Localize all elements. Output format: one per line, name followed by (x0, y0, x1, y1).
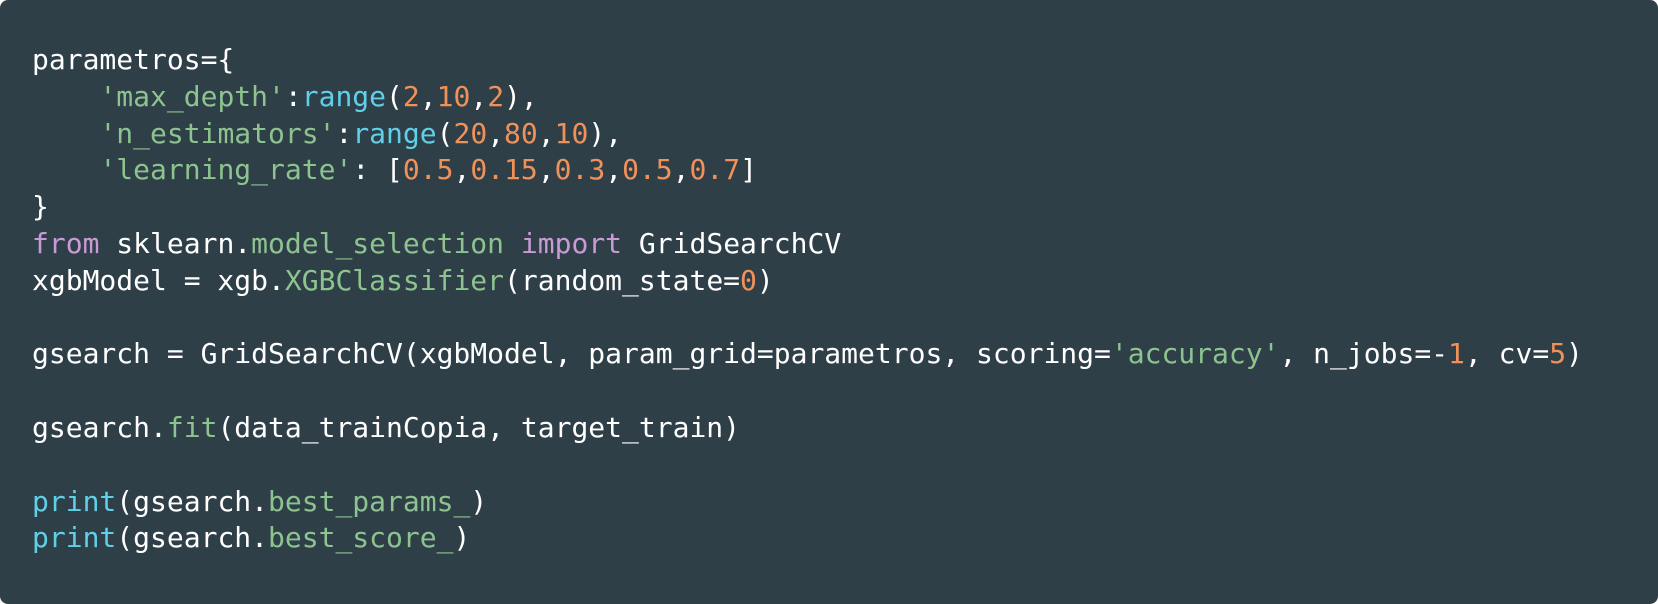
code-token-number: 10 (554, 116, 589, 150)
code-token-default: (random_state= (504, 263, 741, 297)
code-token-default: ) (756, 263, 774, 297)
code-token-default: (data_trainCopia, target_train) (217, 410, 741, 444)
code-token-number: 10 (436, 79, 471, 113)
code-token-default: sklearn. (99, 226, 252, 260)
code-token-default: ), (504, 79, 538, 113)
code-token-builtin: print (32, 484, 117, 518)
code-line: from sklearn.model_selection import Grid… (32, 226, 1626, 263)
code-token-string: 'accuracy' (1110, 337, 1280, 371)
code-token-default: GridSearchCV (622, 226, 842, 260)
code-token-number: 5 (1549, 337, 1567, 371)
code-token-default: , (419, 79, 437, 113)
code-token-default: , (453, 153, 471, 187)
code-token-string: 'n_estimators' (99, 116, 336, 150)
code-content[interactable]: parametros={ 'max_depth':range(2,10,2), … (32, 42, 1626, 557)
code-token-default: parametros={ (32, 43, 235, 76)
code-token-attr: best_params_ (268, 484, 471, 518)
code-token-default: , n_jobs=- (1279, 337, 1449, 371)
code-token-number: 0.5 (402, 153, 454, 187)
code-token-keyword: import (520, 226, 623, 260)
code-token-attr: model_selection (251, 226, 505, 260)
code-token-default: ( (436, 116, 454, 150)
code-token-default (32, 80, 99, 113)
code-token-number: 0.7 (689, 153, 741, 187)
code-token-default: ( (386, 79, 403, 113)
code-line: parametros={ (32, 42, 1626, 79)
code-token-default: ] (740, 153, 757, 187)
code-token-number: 2 (402, 79, 420, 113)
code-token-number: 20 (453, 116, 488, 150)
code-token-default: ) (470, 484, 488, 518)
code-token-default: , (537, 153, 555, 187)
code-token-number: 0 (740, 263, 757, 297)
code-token-default: ) (453, 521, 471, 555)
code-token-default: } (32, 190, 49, 224)
code-token-number: 1 (1448, 337, 1465, 371)
code-token-keyword: from (32, 226, 100, 260)
code-token-default (32, 117, 99, 150)
code-token-default: , cv= (1464, 337, 1550, 371)
code-token-default: : (284, 79, 302, 113)
code-token-builtin: range (352, 116, 437, 150)
code-line: gsearch = GridSearchCV(xgbModel, param_g… (32, 336, 1626, 373)
code-token-default: , (537, 116, 555, 150)
code-token-builtin: print (32, 521, 117, 555)
code-token-default: : (335, 116, 353, 150)
code-token-number: 2 (487, 79, 505, 113)
code-token-number: 0.3 (554, 153, 606, 187)
code-token-number: 0.15 (470, 153, 538, 187)
code-line: xgbModel = xgb.XGBClassifier(random_stat… (32, 263, 1626, 300)
code-token-number: 0.5 (622, 153, 673, 187)
code-token-default: ) (1566, 337, 1583, 371)
code-token-default: , (605, 153, 623, 187)
code-token-default: xgbModel = xgb. (32, 263, 285, 297)
code-token-default: gsearch = GridSearchCV(xgbModel, param_g… (32, 337, 1111, 371)
code-token-default: gsearch. (32, 410, 167, 444)
code-line: 'n_estimators':range(20,80,10), (32, 116, 1626, 153)
code-line: gsearch.fit(data_trainCopia, target_trai… (32, 410, 1626, 447)
code-token-string: 'max_depth' (99, 79, 285, 113)
code-token-default (32, 153, 99, 186)
code-token-default: , (672, 153, 690, 187)
code-token-default: (gsearch. (116, 521, 269, 555)
code-token-builtin: range (301, 79, 387, 113)
code-line: } (32, 189, 1626, 226)
code-line: 'max_depth':range(2,10,2), (32, 79, 1626, 116)
code-line: 'learning_rate': [0.5,0.15,0.3,0.5,0.7] (32, 152, 1626, 189)
code-token-default: : [ (352, 153, 403, 187)
code-token-default: (gsearch. (116, 484, 269, 518)
code-token-default: , (487, 116, 505, 150)
code-block: parametros={ 'max_depth':range(2,10,2), … (0, 0, 1658, 604)
code-token-number: 80 (504, 116, 538, 150)
code-token-default: , (470, 79, 488, 113)
code-token-default (504, 227, 521, 260)
code-line: print(gsearch.best_score_) (32, 520, 1626, 557)
code-token-attr: best_score_ (268, 521, 454, 555)
code-token-string: 'learning_rate' (99, 153, 353, 187)
code-line: print(gsearch.best_params_) (32, 484, 1626, 521)
code-token-attr: fit (166, 410, 218, 444)
code-token-default: ), (588, 116, 623, 150)
code-token-attr: XGBClassifier (284, 263, 505, 297)
